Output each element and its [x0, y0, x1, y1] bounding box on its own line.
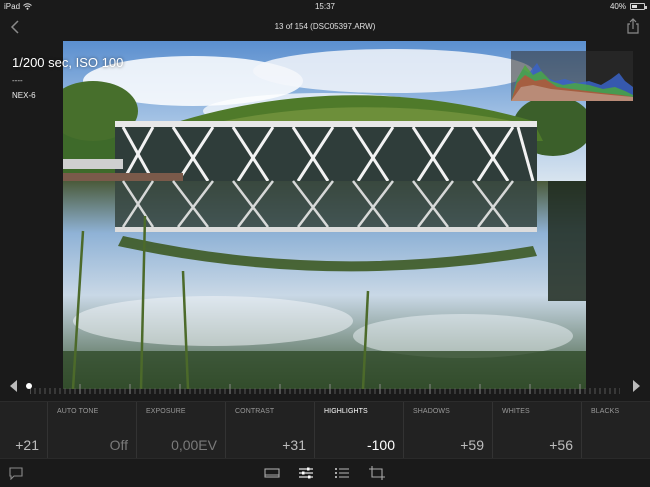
slider-decrease-icon[interactable] — [10, 380, 17, 392]
photo-title: 13 of 154 (DSC05397.ARW) — [274, 22, 376, 31]
blacks-label: BLACKS — [591, 408, 620, 415]
slider-increase-icon[interactable] — [633, 380, 640, 392]
adjustment-blacks[interactable]: BLACKS — [582, 402, 650, 459]
shadows-value: +59 — [460, 437, 484, 453]
crop-icon[interactable] — [369, 466, 385, 480]
status-bar: iPad 15:37 40% — [0, 0, 650, 13]
adjustment-auto-tone[interactable]: AUTO TONE Off — [48, 402, 137, 459]
exposure-info: 1/200 sec, ISO 100 — [12, 55, 124, 70]
histogram-graph — [511, 63, 633, 101]
contrast-label: CONTRAST — [235, 408, 275, 415]
contrast-value: +31 — [282, 437, 306, 453]
photo-info-overlay: 1/200 sec, ISO 100 ---- NEX-6 — [12, 55, 123, 100]
highlights-value: -100 — [366, 437, 395, 453]
slider-thumb[interactable] — [26, 383, 32, 389]
adjustment-slider[interactable] — [0, 373, 650, 401]
list-icon[interactable] — [334, 466, 350, 480]
adjustment-contrast[interactable]: CONTRAST +31 — [226, 402, 315, 459]
photo-canvas[interactable] — [63, 41, 586, 389]
exposure-label: EXPOSURE — [146, 408, 186, 415]
adjustment-highlights[interactable]: HIGHLIGHTS -100 — [315, 402, 404, 459]
whites-value: +56 — [549, 437, 573, 453]
adjustment-shadows[interactable]: SHADOWS +59 — [404, 402, 493, 459]
battery-percent: 40% — [609, 2, 626, 11]
share-icon[interactable] — [626, 18, 640, 34]
battery-icon — [630, 3, 647, 10]
adjustments-panel: +21 AUTO TONE Off EXPOSURE 0,00EV CONTRA… — [0, 401, 650, 459]
lens-info: ---- — [12, 76, 23, 85]
adjustment-exposure[interactable]: EXPOSURE 0,00EV — [137, 402, 226, 459]
bottom-toolbar — [0, 458, 650, 487]
photo-image — [63, 41, 586, 389]
camera-model: NEX-6 — [12, 91, 36, 100]
adjustment-previous-value: +21 — [15, 437, 39, 453]
auto-tone-value: Off — [109, 437, 128, 453]
clock: 15:37 — [314, 2, 336, 11]
adjustment-whites[interactable]: WHITES +56 — [493, 402, 582, 459]
highlights-label: HIGHLIGHTS — [324, 408, 368, 415]
slider-track[interactable] — [30, 381, 620, 395]
top-navigation: 13 of 154 (DSC05397.ARW) — [0, 13, 650, 41]
exposure-value: 0,00EV — [171, 437, 217, 453]
sliders-icon[interactable] — [298, 466, 314, 480]
comment-icon[interactable] — [8, 466, 24, 480]
filmstrip-icon[interactable] — [264, 466, 280, 480]
histogram[interactable] — [511, 51, 633, 101]
shadows-label: SHADOWS — [413, 408, 450, 415]
adjustment-previous[interactable]: +21 — [0, 402, 48, 459]
whites-label: WHITES — [502, 408, 530, 415]
auto-tone-label: AUTO TONE — [57, 408, 99, 415]
